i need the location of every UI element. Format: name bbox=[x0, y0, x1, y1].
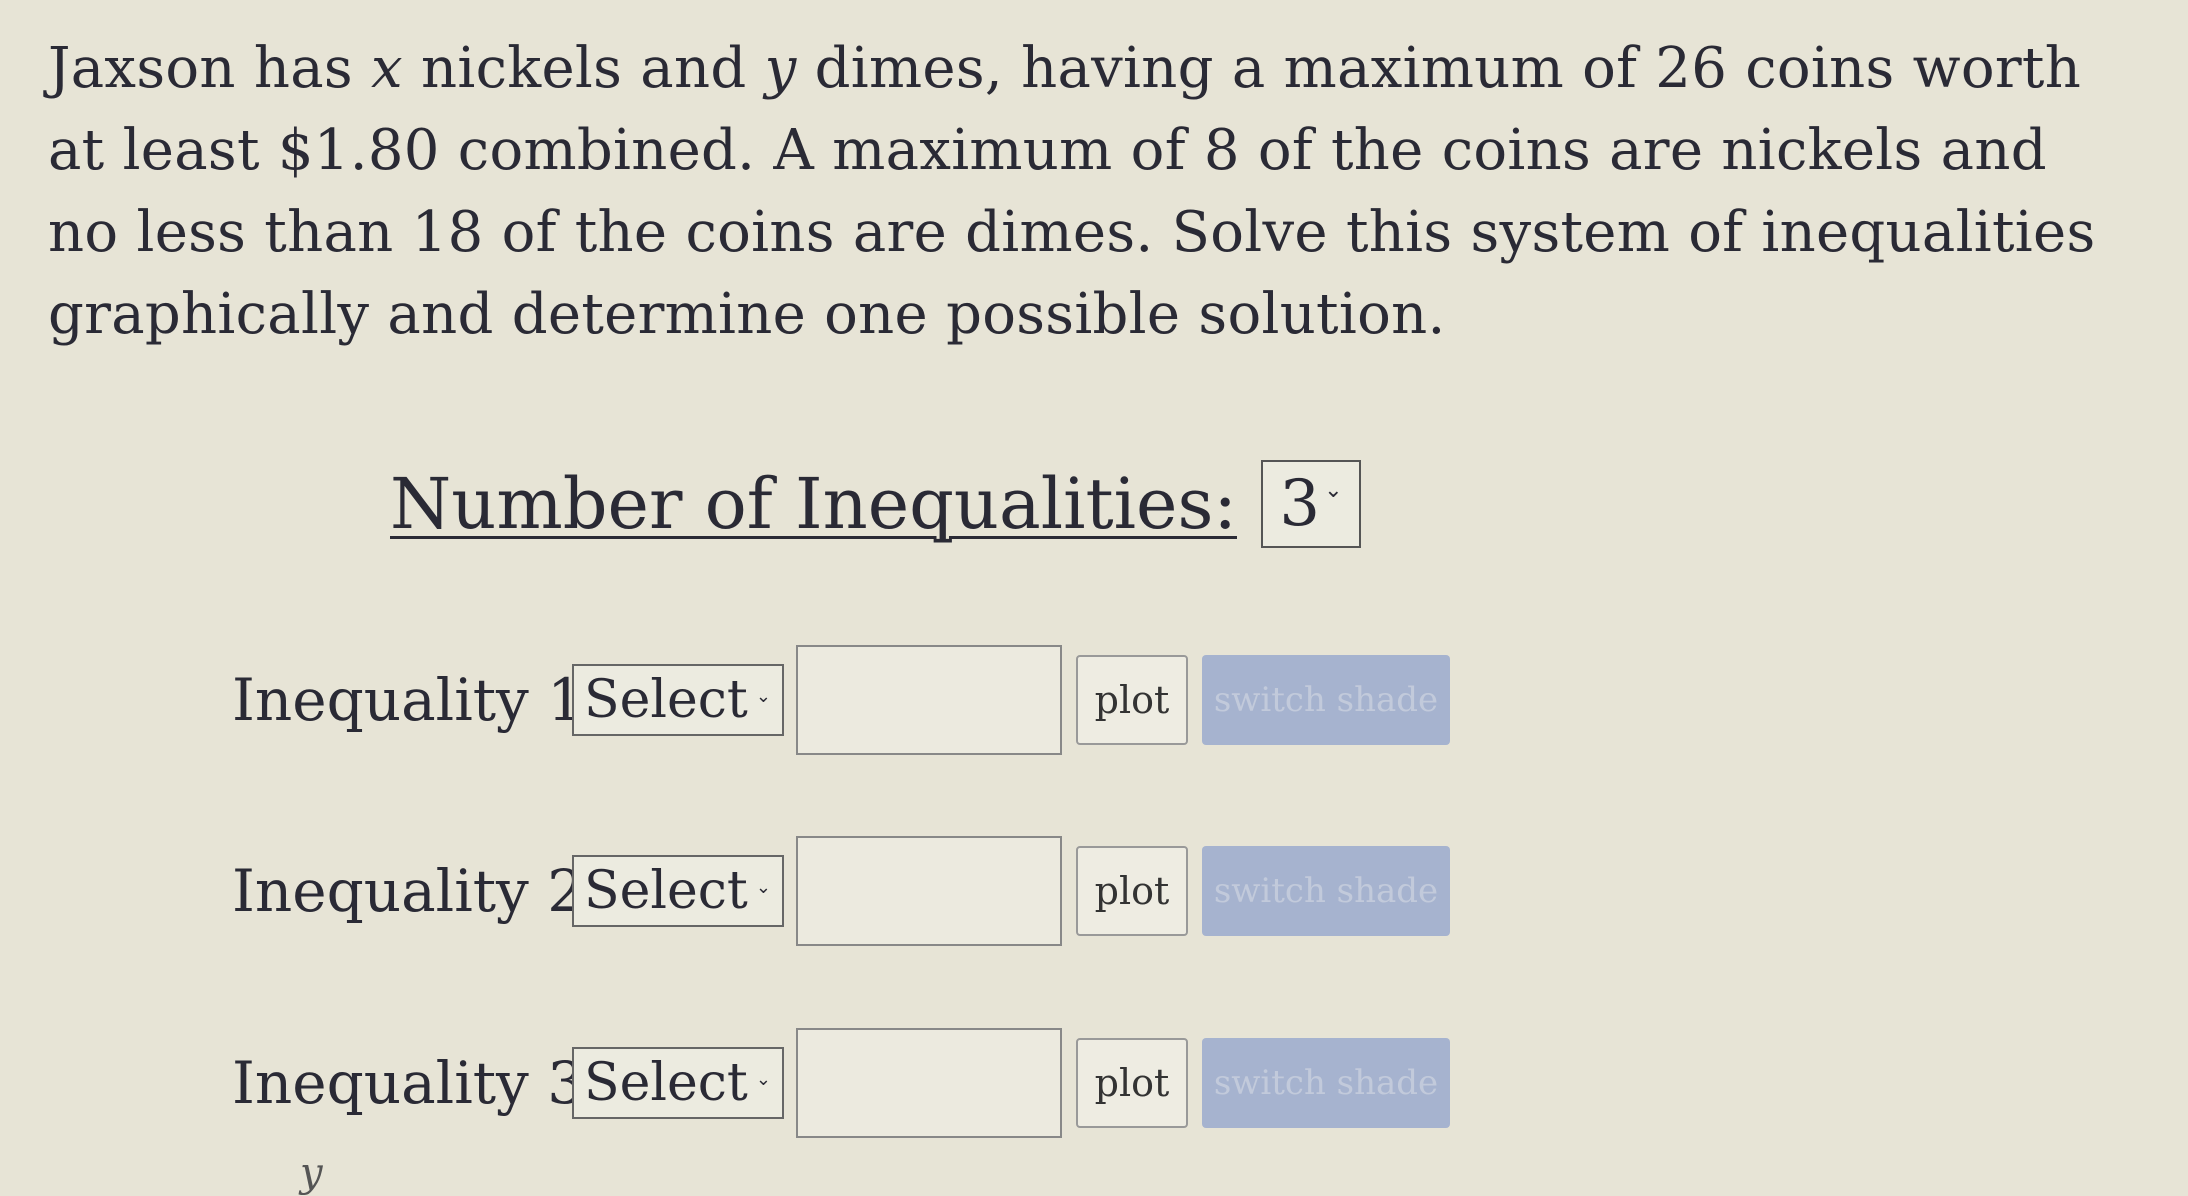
graph-y-axis-label: y bbox=[300, 1150, 323, 1196]
inequality-label: Inequality 3: bbox=[232, 1049, 604, 1117]
switch-shade-button[interactable]: switch shade bbox=[1202, 846, 1450, 936]
plot-button[interactable]: plot bbox=[1076, 846, 1188, 936]
inequality-label: Inequality 1: bbox=[232, 666, 604, 734]
inequality-label: Inequality 2: bbox=[232, 857, 604, 925]
inequality-input[interactable] bbox=[796, 645, 1062, 755]
number-of-inequalities: Number of Inequalities: 3 ⌄ bbox=[390, 460, 1361, 548]
inequality-type-select[interactable]: Select ⌄ bbox=[572, 855, 784, 927]
plot-button[interactable]: plot bbox=[1076, 1038, 1188, 1128]
plot-button[interactable]: plot bbox=[1076, 655, 1188, 745]
number-of-inequalities-select[interactable]: 3 ⌄ bbox=[1260, 460, 1361, 548]
question-part-2: nickels and bbox=[402, 36, 765, 101]
inequality-row-3: Inequality 3: Select ⌄ plot switch shade bbox=[232, 1028, 1450, 1138]
number-of-inequalities-label: Number of Inequalities: bbox=[390, 463, 1237, 545]
switch-shade-button[interactable]: switch shade bbox=[1202, 1038, 1450, 1128]
question-part-1: Jaxson has bbox=[48, 36, 372, 101]
inequality-row-2: Inequality 2: Select ⌄ plot switch shade bbox=[232, 836, 1450, 946]
select-value: Select bbox=[584, 1053, 748, 1113]
chevron-down-icon: ⌄ bbox=[755, 876, 771, 898]
select-value: Select bbox=[584, 670, 748, 730]
inequality-type-select[interactable]: Select ⌄ bbox=[572, 1047, 784, 1119]
inequality-row-1: Inequality 1: Select ⌄ plot switch shade bbox=[232, 645, 1450, 755]
select-value: Select bbox=[584, 861, 748, 921]
inequality-input[interactable] bbox=[796, 836, 1062, 946]
inequality-type-select[interactable]: Select ⌄ bbox=[572, 664, 784, 736]
question-text: Jaxson has x nickels and y dimes, having… bbox=[48, 28, 2128, 356]
chevron-down-icon: ⌄ bbox=[755, 685, 771, 707]
switch-shade-button[interactable]: switch shade bbox=[1202, 655, 1450, 745]
variable-y: y bbox=[764, 36, 797, 101]
chevron-down-icon: ⌄ bbox=[1324, 477, 1343, 503]
inequality-input[interactable] bbox=[796, 1028, 1062, 1138]
page: Jaxson has x nickels and y dimes, having… bbox=[0, 0, 2188, 1196]
number-of-inequalities-value: 3 bbox=[1279, 467, 1321, 541]
variable-x: x bbox=[371, 36, 403, 101]
chevron-down-icon: ⌄ bbox=[755, 1068, 771, 1090]
